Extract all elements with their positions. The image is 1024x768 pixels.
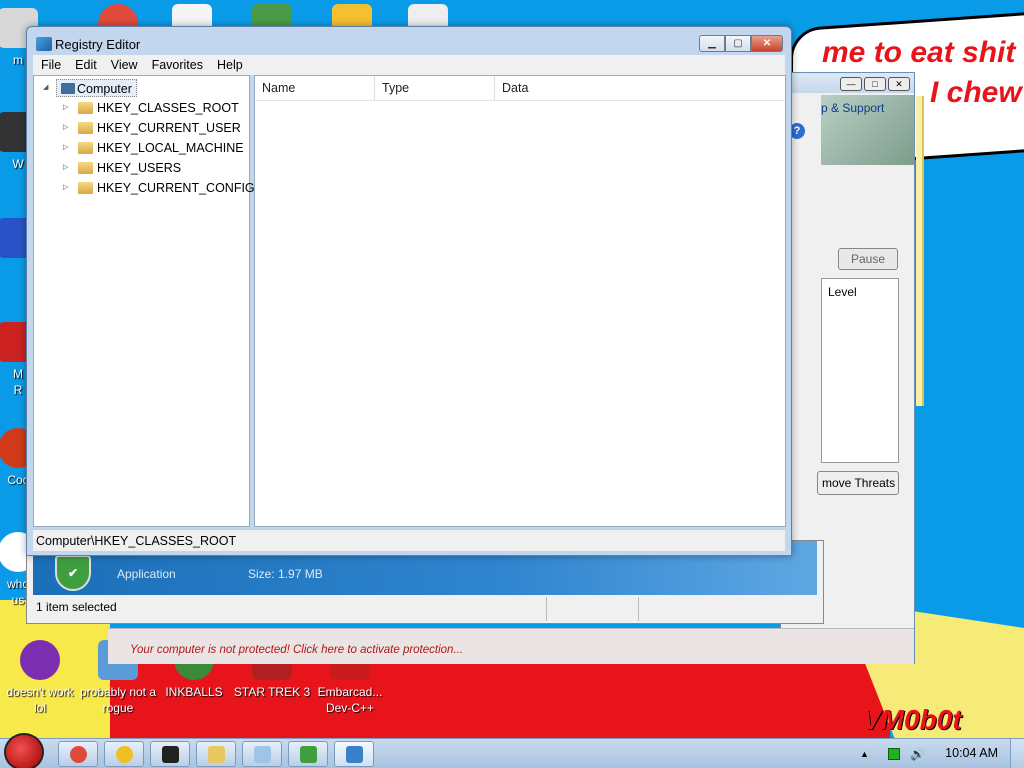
- file-type-label: Application: [117, 567, 176, 581]
- status-bar-path: Computer\HKEY_CLASSES_ROOT: [33, 529, 785, 551]
- taskbar-button-chrome[interactable]: [58, 741, 98, 767]
- registry-tree[interactable]: ◢ Computer ▷ HKEY_CLASSES_ROOT ▷ HKEY_CU…: [33, 75, 255, 527]
- tree-item-hkey-current-config[interactable]: HKEY_CURRENT_CONFIG: [97, 179, 255, 197]
- menu-favorites[interactable]: Favorites: [146, 56, 209, 74]
- header-divider: [255, 100, 785, 101]
- taskbar-button-sun[interactable]: [104, 741, 144, 767]
- close-button[interactable]: ✕: [751, 35, 783, 52]
- protection-warning-bar[interactable]: Your computer is not protected! Click he…: [108, 628, 914, 664]
- status-divider: [638, 597, 639, 621]
- sun-icon: [116, 746, 133, 763]
- folder-icon: [78, 122, 93, 134]
- collapse-arrow-icon[interactable]: ◢: [43, 84, 51, 92]
- desktop-icon-label: STAR TREK 3: [233, 685, 311, 699]
- volume-icon[interactable]: 🔊: [910, 748, 925, 760]
- folder-icon: [78, 142, 93, 154]
- minimize-icon[interactable]: —: [840, 77, 862, 91]
- maximize-icon[interactable]: □: [864, 77, 886, 91]
- regedit-icon: [36, 37, 52, 51]
- desktop-icon-label: doesn't work lol: [6, 685, 74, 715]
- desktop-icon-label: INKBALLS: [165, 685, 223, 699]
- yahoo-messenger-icon: [20, 640, 60, 680]
- security-window-controls: — □ ✕: [840, 77, 910, 91]
- status-divider: [546, 597, 547, 621]
- wallpaper-cloud-text-2: I chew: [930, 76, 1022, 109]
- close-icon[interactable]: ✕: [888, 77, 910, 91]
- window-controls: ▁ ▢ ✕: [699, 35, 783, 52]
- taskbar-button-security[interactable]: [288, 741, 328, 767]
- folder-icon: [78, 102, 93, 114]
- tree-item-hkey-local-machine[interactable]: HKEY_LOCAL_MACHINE: [97, 139, 244, 157]
- status-selection: 1 item selected: [36, 600, 117, 614]
- tree-item-label: Computer: [77, 82, 132, 96]
- desktop-icon-label: M R: [13, 367, 23, 397]
- menu-help[interactable]: Help: [211, 56, 249, 74]
- protection-warning-link[interactable]: Your computer is not protected! Click he…: [130, 644, 463, 656]
- taskbar-button-notepad[interactable]: [242, 741, 282, 767]
- tree-item-hkey-classes-root[interactable]: HKEY_CLASSES_ROOT: [97, 99, 239, 117]
- shield-icon: [300, 746, 317, 763]
- minimize-button[interactable]: ▁: [699, 35, 725, 52]
- threat-list[interactable]: Level: [821, 278, 899, 463]
- clock[interactable]: 10:04 AM: [945, 746, 998, 760]
- desktop-icon-label: Embarcad... Dev-C++: [317, 685, 383, 715]
- maximize-button[interactable]: ▢: [725, 35, 751, 52]
- taskbar-button-explorer[interactable]: [196, 741, 236, 767]
- menu-edit[interactable]: Edit: [69, 56, 103, 74]
- expand-arrow-icon[interactable]: ▷: [63, 104, 71, 112]
- tree-item-hkey-users[interactable]: HKEY_USERS: [97, 159, 181, 177]
- 7zip-icon: [162, 746, 179, 763]
- chrome-icon: [70, 746, 87, 763]
- computer-icon: [61, 83, 75, 94]
- expand-arrow-icon[interactable]: ▷: [63, 144, 71, 152]
- menu-bar: File Edit View Favorites Help: [33, 55, 785, 75]
- expand-arrow-icon[interactable]: ▷: [63, 164, 71, 172]
- regedit-icon: [346, 746, 363, 763]
- folder-icon: [78, 182, 93, 194]
- tray-chevron-icon[interactable]: ▲: [860, 748, 872, 760]
- show-desktop-button[interactable]: [1010, 739, 1024, 768]
- level-column-header[interactable]: Level: [828, 285, 857, 299]
- taskbar-button-regedit[interactable]: [334, 741, 374, 767]
- remove-threats-button[interactable]: move Threats: [817, 471, 899, 495]
- notepad-icon: [254, 746, 271, 763]
- shield-icon: ✔: [55, 555, 91, 591]
- taskbar: ▲ 🔊 10:04 AM: [0, 733, 1024, 768]
- window-title: Registry Editor: [55, 37, 141, 52]
- help-support-link[interactable]: p & Support: [821, 101, 884, 115]
- registry-editor-window[interactable]: Registry Editor ▁ ▢ ✕ File Edit View Fav…: [26, 26, 792, 556]
- wallpaper-signature: VM0b0t: [862, 704, 962, 735]
- column-header-name[interactable]: Name: [255, 76, 375, 100]
- column-header-type[interactable]: Type: [375, 76, 495, 100]
- explorer-icon: [208, 746, 225, 763]
- file-size-label: Size: 1.97 MB: [248, 567, 323, 581]
- values-list[interactable]: Name Type Data: [254, 75, 786, 527]
- desktop-icon-label: W: [12, 157, 24, 171]
- tree-item-computer[interactable]: Computer: [56, 79, 137, 97]
- pause-button[interactable]: Pause: [838, 248, 898, 270]
- sticky-note-edge: [916, 96, 924, 406]
- menu-file[interactable]: File: [35, 56, 67, 74]
- menu-view[interactable]: View: [105, 56, 144, 74]
- taskbar-button-7zip[interactable]: [150, 741, 190, 767]
- wallpaper-cloud-text-1: me to eat shit: [822, 36, 1016, 69]
- folder-icon: [78, 162, 93, 174]
- desktop-icon-label: m: [13, 53, 23, 67]
- expand-arrow-icon[interactable]: ▷: [63, 184, 71, 192]
- tree-item-hkey-current-user[interactable]: HKEY_CURRENT_USER: [97, 119, 241, 137]
- desktop-icon-yahoo[interactable]: doesn't work lol: [0, 640, 80, 716]
- start-button[interactable]: [4, 733, 44, 768]
- desktop-icon-label: probably not a rogue: [79, 685, 157, 715]
- expand-arrow-icon[interactable]: ▷: [63, 124, 71, 132]
- column-header-data[interactable]: Data: [495, 76, 785, 100]
- network-icon[interactable]: [888, 748, 900, 760]
